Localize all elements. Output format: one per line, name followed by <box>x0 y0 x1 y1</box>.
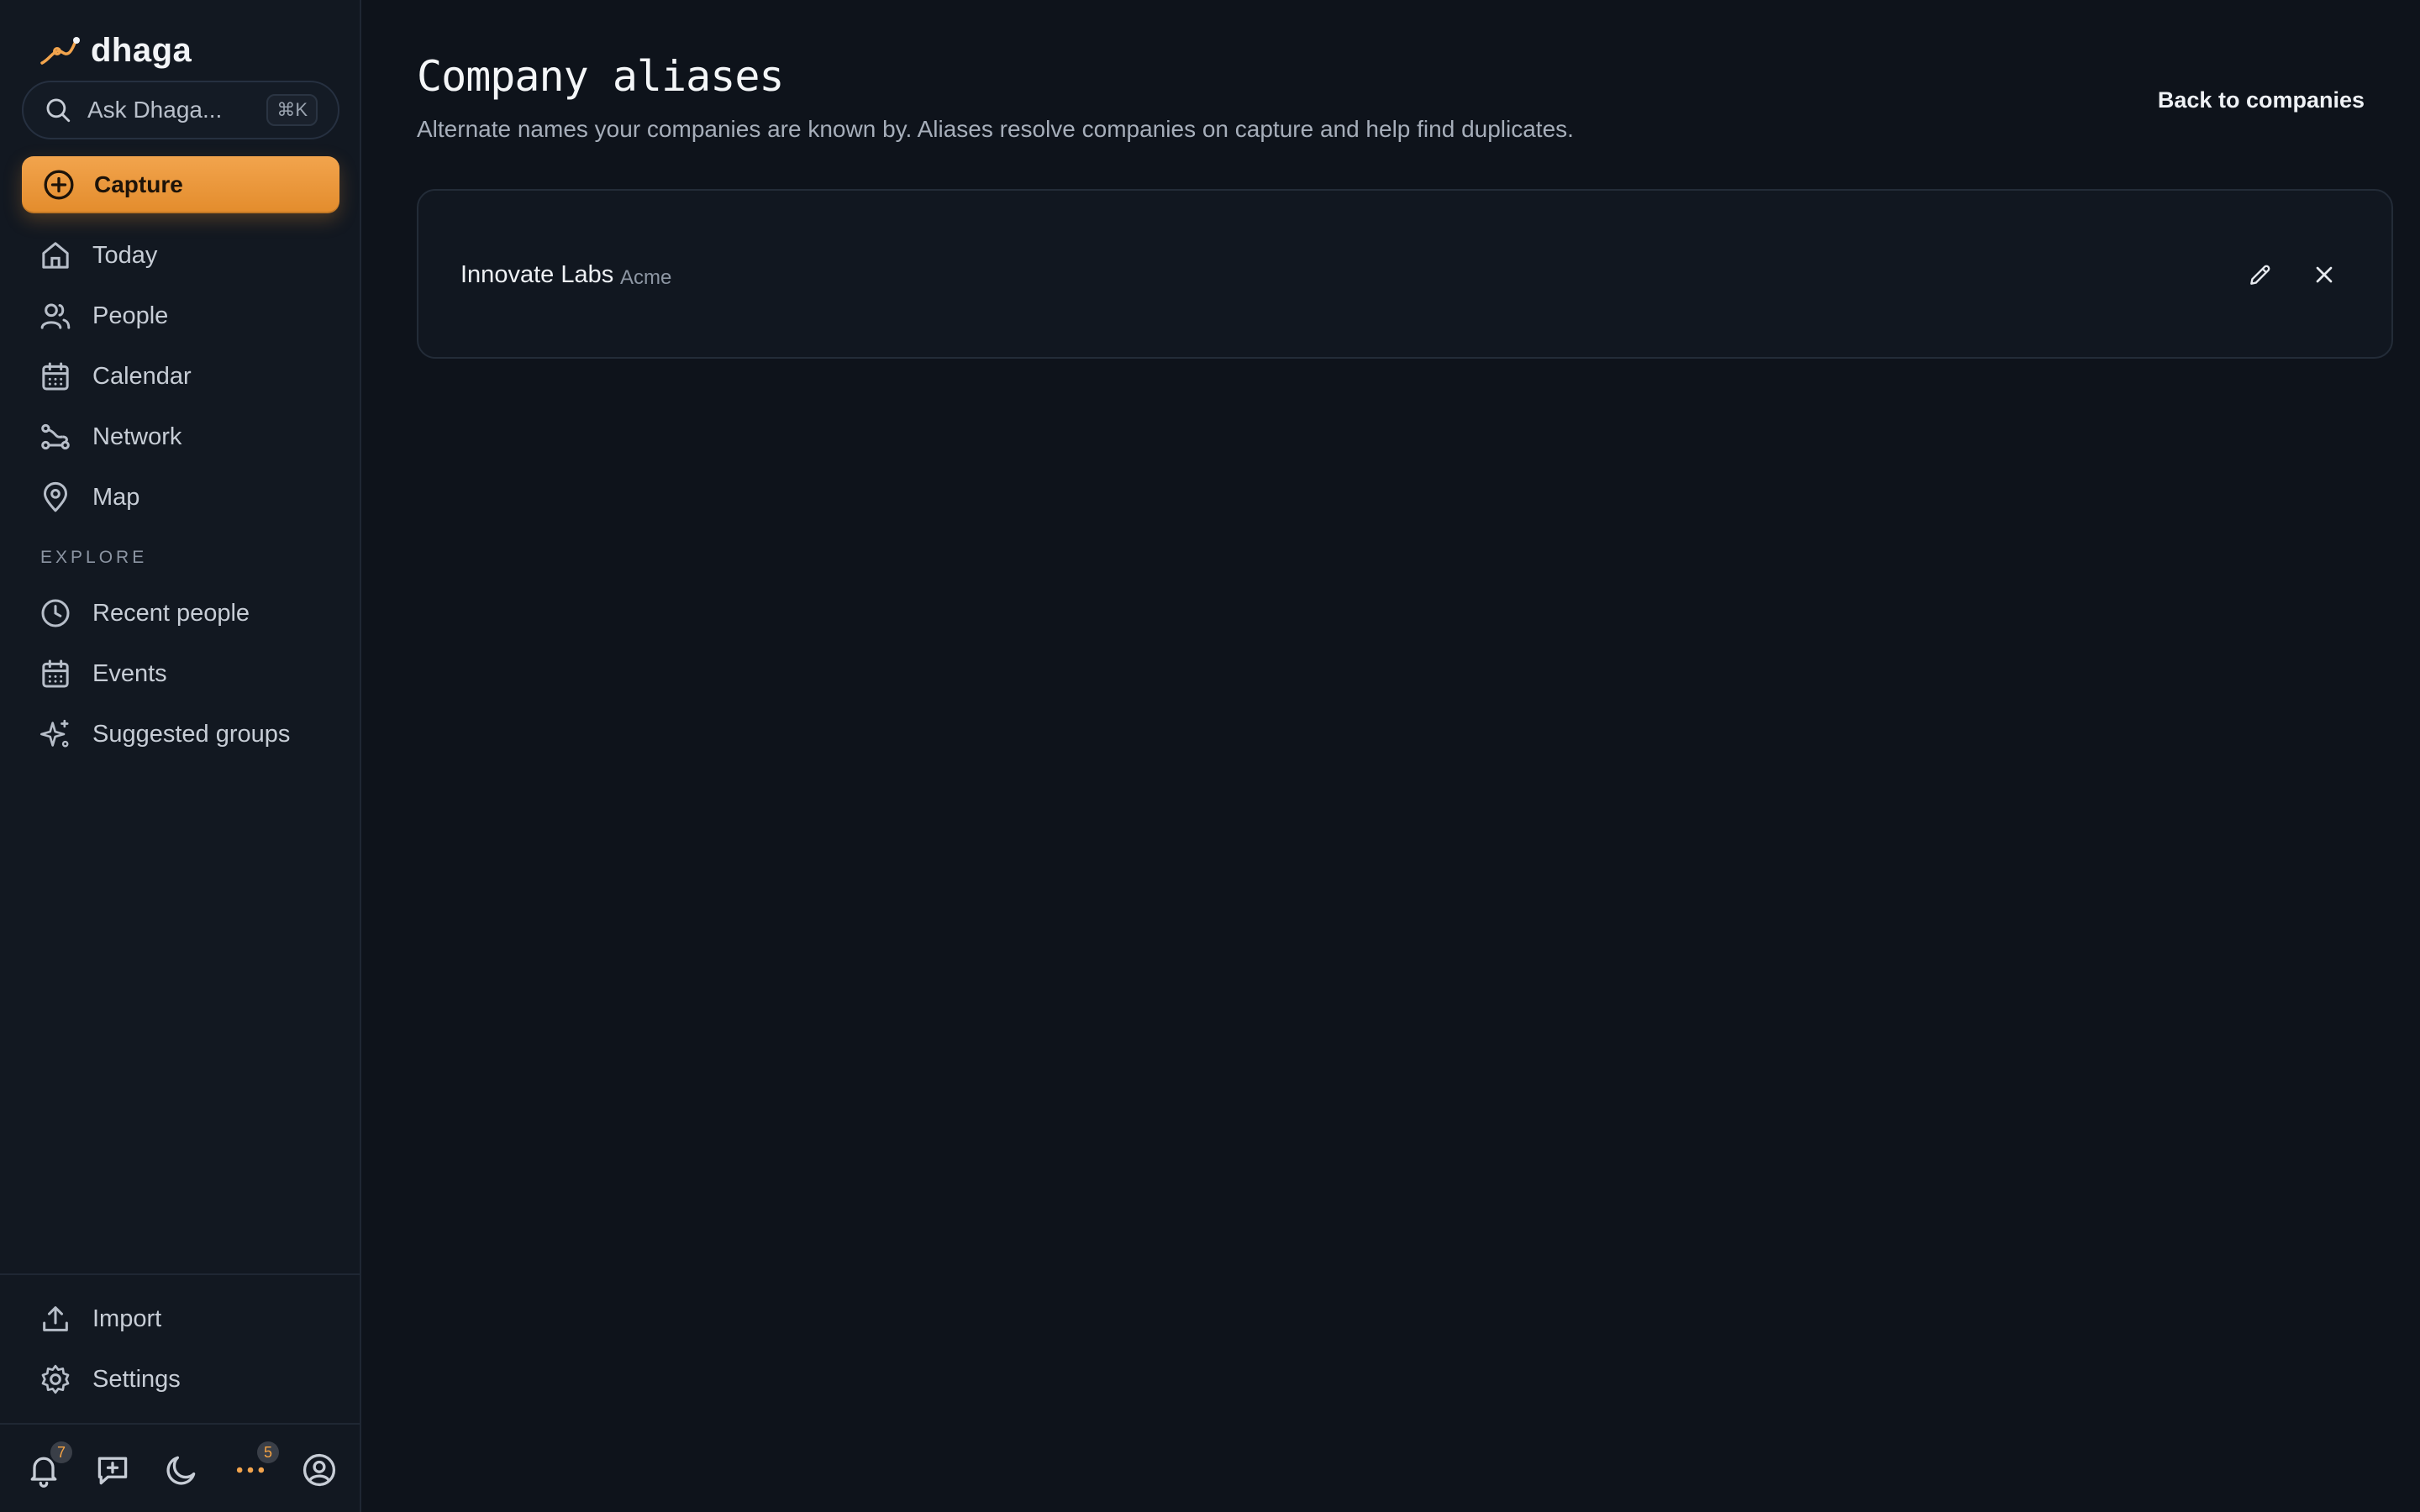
thread-logo-icon <box>40 36 80 65</box>
company-name[interactable]: Innovate Labs <box>460 261 613 289</box>
nav-item-people[interactable]: People <box>22 286 339 346</box>
chat-plus-icon <box>97 1457 128 1485</box>
notifications-count-badge: 7 <box>50 1441 72 1463</box>
app-window: dhaga Ask Dhaga... ⌘K Capture Today Peop… <box>0 0 2420 1512</box>
ask-dhaga-search[interactable]: Ask Dhaga... ⌘K <box>22 81 339 139</box>
nav-label: Network <box>92 423 182 450</box>
back-to-companies-link[interactable]: Back to companies <box>2158 87 2365 113</box>
nav-label: Settings <box>92 1365 181 1393</box>
calendar-icon <box>42 659 69 688</box>
alias-actions <box>2244 258 2341 291</box>
home-icon <box>42 242 69 269</box>
page-title: Company aliases <box>417 52 785 101</box>
bottom-toolbar: 7 5 <box>0 1428 361 1512</box>
main-content: Company aliases Alternate names your com… <box>361 0 2420 1512</box>
gear-icon <box>41 1364 70 1394</box>
nav-item-map[interactable]: Map <box>22 467 339 528</box>
pencil-icon <box>2250 265 2270 285</box>
calendar-icon <box>42 362 69 391</box>
edit-alias-button[interactable] <box>2244 258 2277 291</box>
nav-item-today[interactable]: Today <box>22 225 339 286</box>
capture-button[interactable]: Capture <box>22 156 339 213</box>
footer-nav: Import Settings <box>22 1289 339 1410</box>
nav-label: Calendar <box>92 362 192 390</box>
nav-item-recent-people[interactable]: Recent people <box>22 583 339 643</box>
brand-logo[interactable]: dhaga <box>39 32 192 70</box>
network-icon <box>41 423 70 450</box>
nav-label: Map <box>92 483 140 511</box>
notifications-button[interactable]: 7 <box>25 1441 72 1488</box>
account-button[interactable] <box>301 1452 338 1488</box>
new-message-button[interactable] <box>94 1452 131 1488</box>
nav-item-calendar[interactable]: Calendar <box>22 346 339 407</box>
nav-label: People <box>92 302 169 329</box>
plus-circle-icon <box>44 170 74 200</box>
alias-name: Acme <box>620 266 672 289</box>
nav-item-events[interactable]: Events <box>22 643 339 704</box>
alias-list-card: Innovate Labs Acme <box>417 189 2393 359</box>
primary-nav: Today People Calendar Network Map <box>22 225 339 528</box>
people-icon <box>40 303 71 329</box>
search-shortcut-badge: ⌘K <box>266 94 318 126</box>
sidebar: dhaga Ask Dhaga... ⌘K Capture Today Peop… <box>0 0 361 1512</box>
nav-label: Recent people <box>92 599 250 627</box>
nav-item-suggested-groups[interactable]: Suggested groups <box>22 704 339 764</box>
clock-icon <box>41 599 70 627</box>
nav-item-import[interactable]: Import <box>22 1289 339 1349</box>
nav-label: Import <box>92 1305 162 1332</box>
sidebar-divider <box>0 1273 361 1275</box>
map-pin-icon <box>44 481 67 512</box>
user-circle-icon <box>302 1453 336 1487</box>
nav-label: Events <box>92 659 167 687</box>
upload-icon <box>43 1306 68 1331</box>
close-icon <box>2316 266 2333 283</box>
page-subtitle: Alternate names your companies are known… <box>417 116 1574 142</box>
brand-name: dhaga <box>91 32 192 69</box>
nav-item-settings[interactable]: Settings <box>22 1349 339 1410</box>
remove-alias-button[interactable] <box>2307 258 2341 291</box>
nav-label: Today <box>92 241 158 269</box>
capture-label: Capture <box>94 171 183 197</box>
sparkles-icon <box>40 719 69 748</box>
nav-label: Suggested groups <box>92 720 291 748</box>
explore-section-label: EXPLORE <box>40 548 148 567</box>
more-button[interactable]: 5 <box>232 1441 279 1488</box>
search-icon <box>46 98 71 123</box>
sidebar-divider <box>0 1423 361 1425</box>
more-count-badge: 5 <box>257 1441 279 1463</box>
nav-item-network[interactable]: Network <box>22 407 339 467</box>
search-placeholder: Ask Dhaga... <box>87 97 223 123</box>
moon-icon <box>166 1456 196 1485</box>
explore-nav: Recent people Events Suggested groups <box>22 583 339 764</box>
theme-toggle-button[interactable] <box>163 1452 200 1488</box>
